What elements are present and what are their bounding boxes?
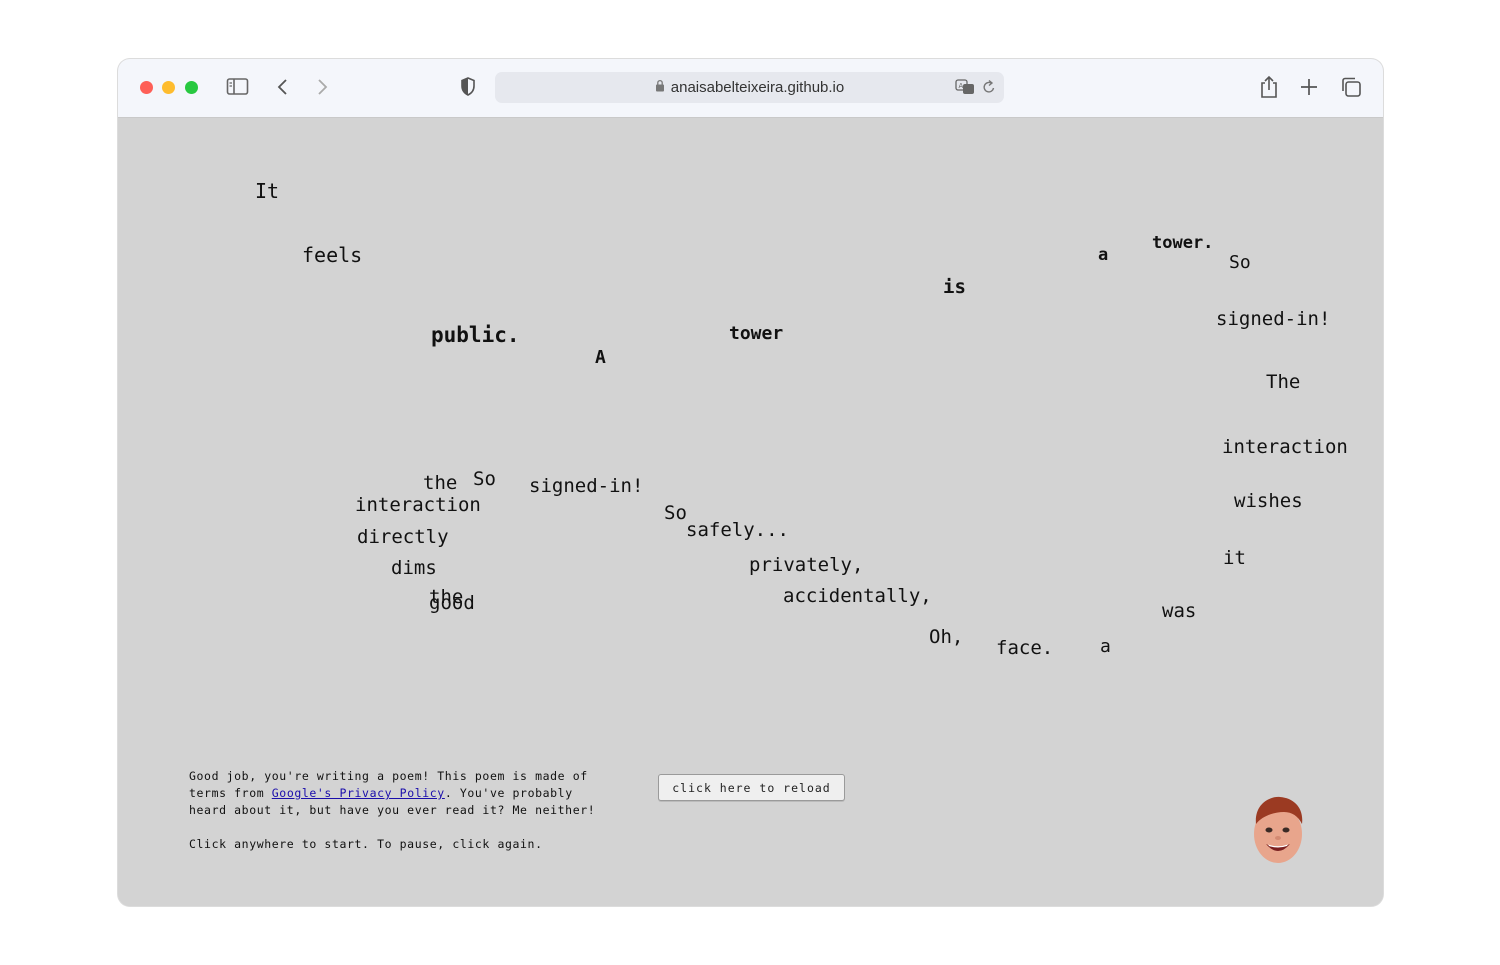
poem-word: it [1223, 547, 1246, 569]
maximize-window-button[interactable] [185, 81, 198, 94]
back-icon[interactable] [276, 78, 290, 96]
poem-word: The [1266, 371, 1301, 393]
poem-word: tower [729, 323, 784, 344]
poem-word: wishes [1234, 490, 1303, 512]
poem-word: tower. [1152, 233, 1214, 253]
tab-overview-icon[interactable] [1340, 76, 1362, 98]
reload-page-icon[interactable] [982, 79, 996, 95]
poem-word: signed-in! [529, 475, 644, 497]
start-instructions: Click anywhere to start. To pause, click… [189, 837, 543, 851]
poem-word: is [943, 276, 966, 298]
instructions-text: Good job, you're writing a poem! This po… [189, 768, 609, 853]
poem-word: privately, [749, 554, 864, 576]
face-avatar[interactable] [1248, 794, 1308, 866]
poem-word: was [1162, 600, 1197, 622]
poem-word: interaction [355, 494, 481, 516]
poem-word: So [1229, 252, 1251, 273]
poem-word: interaction [1222, 436, 1348, 458]
lock-icon [655, 79, 665, 96]
reload-button[interactable]: click here to reload [658, 774, 845, 801]
shield-icon[interactable] [460, 77, 476, 97]
address-bar[interactable]: anaisabelteixeira.github.io A [495, 72, 1004, 103]
forward-icon[interactable] [315, 78, 329, 96]
browser-window: anaisabelteixeira.github.io A It feels pub… [118, 59, 1383, 906]
new-tab-icon[interactable] [1299, 77, 1319, 97]
poem-word: a [1098, 245, 1109, 265]
svg-text:A: A [959, 82, 964, 90]
poem-word: dims [391, 557, 437, 579]
poem-word: signed-in! [1216, 308, 1331, 330]
poem-word: safely... [686, 519, 789, 541]
poem-word: public. [431, 323, 520, 347]
close-window-button[interactable] [140, 81, 153, 94]
poem-word: a [1100, 636, 1111, 657]
poem-word: Oh, [929, 626, 964, 648]
poem-word: the [423, 472, 458, 494]
poem-word: directly [357, 526, 449, 548]
poem-word: So [664, 502, 687, 524]
poem-word: face. [996, 637, 1054, 659]
poem-word: So [473, 468, 496, 490]
poem-word: feels [302, 243, 363, 267]
share-icon[interactable] [1258, 75, 1280, 99]
sidebar-icon[interactable] [226, 77, 250, 97]
poem-word: accidentally, [783, 585, 932, 607]
translate-icon[interactable]: A [955, 79, 975, 95]
poem-word: A [595, 347, 606, 368]
privacy-policy-link[interactable]: Google's Privacy Policy [272, 786, 445, 800]
poem-word: good [429, 592, 475, 614]
poem-word: It [255, 179, 280, 203]
minimize-window-button[interactable] [162, 81, 175, 94]
url-text: anaisabelteixeira.github.io [670, 79, 845, 96]
browser-toolbar: anaisabelteixeira.github.io A [118, 59, 1383, 118]
poem-canvas[interactable]: It feels public. Atower is a tower. So signed-in… [118, 118, 1383, 906]
